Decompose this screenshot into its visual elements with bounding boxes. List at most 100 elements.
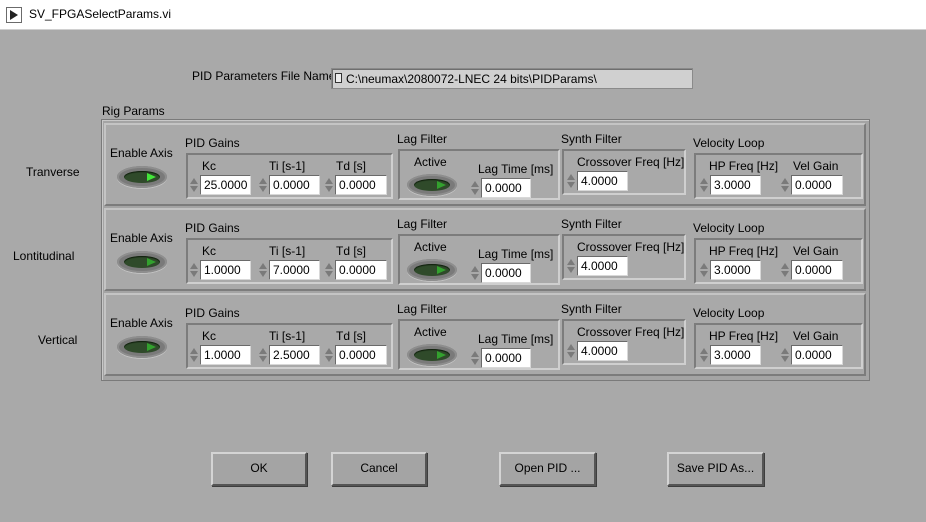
spin-arrows-icon[interactable] — [190, 175, 199, 195]
pid-gains-label: PID Gains — [185, 221, 240, 235]
enable-axis-toggle[interactable] — [117, 336, 167, 358]
vel-gain-label: Vel Gain — [793, 329, 839, 343]
axis-row: Enable Axis PID Gains Kc Ti [s-1] Td [s]… — [104, 123, 866, 206]
lag-time-input[interactable]: 0.0000 — [481, 178, 531, 198]
spin-arrows-icon[interactable] — [781, 345, 790, 365]
lag-active-toggle[interactable] — [407, 174, 457, 196]
window-title: SV_FPGASelectParams.vi — [29, 7, 172, 21]
path-icon[interactable] — [335, 73, 342, 83]
spin-arrows-icon[interactable] — [190, 345, 199, 365]
ti-label: Ti [s-1] — [269, 329, 306, 343]
hp-freq-label: HP Freq [Hz] — [709, 159, 779, 173]
spin-arrows-icon[interactable] — [471, 263, 480, 283]
enable-axis-toggle[interactable] — [117, 166, 167, 188]
spin-arrows-icon[interactable] — [700, 175, 709, 195]
crossover-freq-label: Crossover Freq [Hz] — [577, 325, 685, 339]
td-label: Td [s] — [336, 159, 367, 173]
crossover-freq-input[interactable]: 4.0000 — [577, 341, 628, 361]
kc-input[interactable]: 1.0000 — [200, 345, 251, 365]
lag-time-input[interactable]: 0.0000 — [481, 348, 531, 368]
spin-arrows-icon[interactable] — [700, 345, 709, 365]
kc-label: Kc — [202, 159, 217, 173]
crossover-freq-input[interactable]: 4.0000 — [577, 171, 628, 191]
ok-button[interactable]: OK — [211, 452, 307, 486]
lag-active-toggle[interactable] — [407, 259, 457, 281]
pid-file-path-field[interactable]: C:\neumax\2080072-LNEC 24 bits\PIDParams… — [331, 68, 693, 89]
lag-time-input[interactable]: 0.0000 — [481, 263, 531, 283]
led-indicator-icon — [124, 171, 160, 183]
enable-axis-toggle[interactable] — [117, 251, 167, 273]
synth-filter-group: Crossover Freq [Hz] 4.0000 — [562, 149, 686, 195]
spin-arrows-icon[interactable] — [700, 260, 709, 280]
spin-arrows-icon[interactable] — [781, 260, 790, 280]
kc-input[interactable]: 25.0000 — [200, 175, 251, 195]
kc-label: Kc — [202, 244, 217, 258]
axis-name-label: Tranverse — [26, 165, 80, 179]
hp-freq-input[interactable]: 3.0000 — [710, 345, 761, 365]
enable-axis-label: Enable Axis — [110, 146, 173, 160]
active-label: Active — [414, 240, 447, 254]
axis-row: Enable Axis PID Gains Kc Ti [s-1] Td [s]… — [104, 293, 866, 376]
pid-gains-group: Kc Ti [s-1] Td [s] 25.0000 0.0000 0.0000 — [186, 153, 393, 199]
spin-arrows-icon[interactable] — [567, 341, 576, 361]
pid-gains-label: PID Gains — [185, 136, 240, 150]
crossover-freq-label: Crossover Freq [Hz] — [577, 240, 685, 254]
ti-label: Ti [s-1] — [269, 244, 306, 258]
title-bar: SV_FPGASelectParams.vi — [0, 0, 926, 30]
ti-input[interactable]: 0.0000 — [269, 175, 320, 195]
pid-file-path-text: C:\neumax\2080072-LNEC 24 bits\PIDParams… — [346, 72, 597, 86]
active-label: Active — [414, 155, 447, 169]
synth-filter-label: Synth Filter — [561, 302, 622, 316]
labview-vi-icon — [6, 7, 22, 23]
spin-arrows-icon[interactable] — [567, 171, 576, 191]
td-label: Td [s] — [336, 329, 367, 343]
lag-time-label: Lag Time [ms] — [478, 247, 554, 261]
ti-label: Ti [s-1] — [269, 159, 306, 173]
velocity-loop-label: Velocity Loop — [693, 221, 765, 235]
hp-freq-input[interactable]: 3.0000 — [710, 260, 761, 280]
spin-arrows-icon[interactable] — [325, 260, 334, 280]
spin-arrows-icon[interactable] — [325, 175, 334, 195]
spin-arrows-icon[interactable] — [471, 348, 480, 368]
hp-freq-input[interactable]: 3.0000 — [710, 175, 761, 195]
td-input[interactable]: 0.0000 — [335, 345, 387, 365]
led-indicator-icon — [124, 341, 160, 353]
velocity-loop-label: Velocity Loop — [693, 306, 765, 320]
led-indicator-icon — [414, 349, 450, 361]
ti-input[interactable]: 7.0000 — [269, 260, 320, 280]
spin-arrows-icon[interactable] — [567, 256, 576, 276]
velocity-loop-label: Velocity Loop — [693, 136, 765, 150]
spin-arrows-icon[interactable] — [259, 260, 268, 280]
spin-arrows-icon[interactable] — [471, 178, 480, 198]
open-pid-button[interactable]: Open PID ... — [499, 452, 596, 486]
save-pid-as-button[interactable]: Save PID As... — [667, 452, 764, 486]
kc-label: Kc — [202, 329, 217, 343]
pid-gains-label: PID Gains — [185, 306, 240, 320]
td-input[interactable]: 0.0000 — [335, 175, 387, 195]
spin-arrows-icon[interactable] — [259, 175, 268, 195]
spin-arrows-icon[interactable] — [259, 345, 268, 365]
kc-input[interactable]: 1.0000 — [200, 260, 251, 280]
led-indicator-icon — [414, 264, 450, 276]
synth-filter-label: Synth Filter — [561, 217, 622, 231]
lag-active-toggle[interactable] — [407, 344, 457, 366]
td-label: Td [s] — [336, 244, 367, 258]
vel-gain-input[interactable]: 0.0000 — [791, 260, 843, 280]
spin-arrows-icon[interactable] — [325, 345, 334, 365]
td-input[interactable]: 0.0000 — [335, 260, 387, 280]
hp-freq-label: HP Freq [Hz] — [709, 244, 779, 258]
pid-gains-group: Kc Ti [s-1] Td [s] 1.0000 2.5000 0.0000 — [186, 323, 393, 369]
axis-name-label: Vertical — [38, 333, 78, 347]
axis-row: Enable Axis PID Gains Kc Ti [s-1] Td [s]… — [104, 208, 866, 291]
lag-filter-label: Lag Filter — [397, 217, 448, 231]
vel-gain-input[interactable]: 0.0000 — [791, 345, 843, 365]
ti-input[interactable]: 2.5000 — [269, 345, 320, 365]
hp-freq-label: HP Freq [Hz] — [709, 329, 779, 343]
spin-arrows-icon[interactable] — [190, 260, 199, 280]
spin-arrows-icon[interactable] — [781, 175, 790, 195]
crossover-freq-input[interactable]: 4.0000 — [577, 256, 628, 276]
cancel-button[interactable]: Cancel — [331, 452, 427, 486]
enable-axis-label: Enable Axis — [110, 231, 173, 245]
led-indicator-icon — [414, 179, 450, 191]
vel-gain-input[interactable]: 0.0000 — [791, 175, 843, 195]
